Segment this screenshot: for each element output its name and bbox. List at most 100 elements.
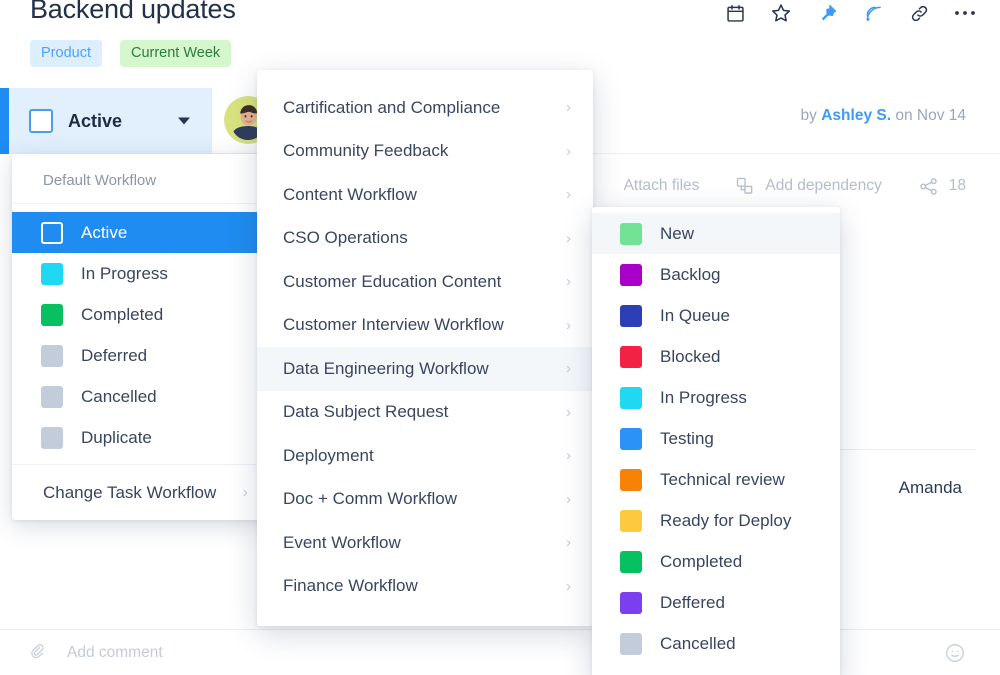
status-option-label: Cancelled	[81, 386, 157, 406]
state-swatch-icon	[620, 263, 642, 286]
workflow-item-community-feedback[interactable]: Community Feedback ›	[257, 130, 593, 174]
state-swatch-icon	[620, 509, 642, 532]
workflow-item-label: Event Workflow	[283, 532, 401, 552]
byline-author[interactable]: Ashley S.	[821, 107, 891, 124]
state-option-label: Completed	[660, 551, 743, 571]
chevron-right-icon: ›	[566, 534, 571, 552]
change-task-workflow-item[interactable]: Change Task Workflow ›	[12, 464, 270, 520]
add-dependency-button[interactable]: Add dependency	[735, 176, 882, 196]
chevron-right-icon: ›	[566, 99, 571, 117]
workflow-item-label: Customer Interview Workflow	[283, 315, 504, 335]
state-option-label: Deffered	[660, 592, 725, 612]
workflow-item-deployment[interactable]: Deployment ›	[257, 434, 593, 478]
status-option-label: Active	[81, 222, 128, 242]
status-option-label: Deferred	[81, 345, 148, 365]
attach-files-button[interactable]: Attach files	[624, 177, 700, 195]
status-option-in-progress[interactable]: In Progress	[12, 253, 270, 294]
status-option-deferred[interactable]: Deferred	[12, 335, 270, 376]
state-option-label: Backlog	[660, 264, 721, 284]
workflow-item-cartification-and-compliance[interactable]: Cartification and Compliance ›	[257, 86, 593, 130]
chevron-right-icon: ›	[566, 273, 571, 291]
chevron-right-icon: ›	[566, 447, 571, 465]
state-option-cancelled[interactable]: Cancelled	[592, 623, 840, 664]
state-option-new[interactable]: New	[592, 213, 840, 254]
status-swatch-icon	[41, 221, 63, 244]
emoji-button[interactable]	[944, 642, 966, 664]
state-option-deffered[interactable]: Deffered	[592, 582, 840, 623]
add-comment-placeholder[interactable]: Add comment	[67, 644, 163, 662]
tag-current-week[interactable]: Current Week	[119, 40, 232, 68]
share-button[interactable]: 18	[918, 176, 966, 197]
chevron-down-icon[interactable]	[178, 117, 190, 125]
workflow-item-content-workflow[interactable]: Content Workflow ›	[257, 173, 593, 217]
status-swatch-icon	[41, 262, 63, 285]
workflow-item-label: Data Subject Request	[283, 402, 449, 422]
add-dependency-label: Add dependency	[765, 177, 882, 194]
state-option-technical-review[interactable]: Technical review	[592, 459, 840, 500]
change-task-workflow-label: Change Task Workflow	[43, 482, 217, 502]
state-option-label: Blocked	[660, 346, 721, 366]
link-icon[interactable]	[906, 0, 932, 26]
byline: by Ashley S. on Nov 14	[801, 107, 966, 125]
status-option-completed[interactable]: Completed	[12, 294, 270, 335]
chevron-right-icon: ›	[566, 490, 571, 508]
workflow-state-submenu: New Backlog In Queue Blocked In Progress…	[592, 207, 840, 675]
status-option-active[interactable]: Active	[12, 212, 270, 253]
state-swatch-icon	[620, 632, 642, 655]
workflow-item-doc-comm-workflow[interactable]: Doc + Comm Workflow ›	[257, 478, 593, 522]
chevron-right-icon: ›	[566, 577, 571, 595]
state-swatch-icon	[620, 427, 642, 450]
chevron-right-icon: ›	[566, 403, 571, 421]
status-dropdown-trigger[interactable]: Active	[0, 88, 212, 154]
workflow-item-data-engineering-workflow[interactable]: Data Engineering Workflow ›	[257, 347, 593, 391]
workflow-item-event-workflow[interactable]: Event Workflow ›	[257, 521, 593, 565]
tag-list: Product Current Week	[30, 40, 232, 68]
state-option-backlog[interactable]: Backlog	[592, 254, 840, 295]
status-option-cancelled[interactable]: Cancelled	[12, 376, 270, 417]
state-option-completed[interactable]: Completed	[592, 541, 840, 582]
workflow-item-label: Doc + Comm Workflow	[283, 489, 457, 509]
calendar-icon[interactable]	[722, 0, 748, 26]
tag-product[interactable]: Product	[30, 40, 102, 68]
workflow-item-data-subject-request[interactable]: Data Subject Request ›	[257, 391, 593, 435]
share-icon	[918, 176, 939, 197]
state-option-label: In Queue	[660, 305, 730, 325]
status-option-duplicate[interactable]: Duplicate	[12, 417, 270, 458]
comment-input-group[interactable]: Add comment	[28, 642, 163, 664]
status-dropdown-menu: Default Workflow Active In Progress Comp…	[12, 154, 270, 520]
state-swatch-icon	[620, 345, 642, 368]
state-option-label: Cancelled	[660, 633, 736, 653]
share-count: 18	[948, 177, 966, 194]
workflow-item-finance-workflow[interactable]: Finance Workflow ›	[257, 565, 593, 609]
workflow-item-label: Deployment	[283, 445, 374, 465]
state-option-ready-for-deploy[interactable]: Ready for Deploy	[592, 500, 840, 541]
chevron-right-icon: ›	[566, 316, 571, 334]
broadcast-icon[interactable]	[860, 0, 886, 26]
status-option-label: Completed	[81, 304, 164, 324]
status-current-label: Active	[68, 110, 123, 131]
chevron-right-icon: ›	[242, 483, 248, 501]
workflow-item-customer-interview-workflow[interactable]: Customer Interview Workflow ›	[257, 304, 593, 348]
byline-prefix: by	[800, 107, 817, 124]
state-option-label: Technical review	[660, 469, 785, 489]
assignee-name: Amanda	[898, 478, 962, 497]
state-option-in-queue[interactable]: In Queue	[592, 295, 840, 336]
workflow-item-label: Cartification and Compliance	[283, 97, 501, 117]
chevron-right-icon: ›	[566, 186, 571, 204]
workflow-item-customer-education-content[interactable]: Customer Education Content ›	[257, 260, 593, 304]
workflow-item-cso-operations[interactable]: CSO Operations ›	[257, 217, 593, 261]
state-option-blocked[interactable]: Blocked	[592, 336, 840, 377]
status-menu-list: Active In Progress Completed Deferred Ca…	[12, 204, 270, 464]
state-swatch-icon	[620, 304, 642, 327]
state-option-in-progress[interactable]: In Progress	[592, 377, 840, 418]
attachment-icon[interactable]	[28, 642, 45, 664]
status-checkbox-icon[interactable]	[29, 109, 53, 133]
status-swatch-icon	[41, 303, 63, 326]
attach-files-label: Attach files	[623, 177, 700, 194]
star-icon[interactable]	[768, 0, 794, 26]
more-icon[interactable]	[952, 0, 978, 26]
comment-bar: Add comment	[0, 629, 1000, 675]
state-option-label: Testing	[660, 428, 714, 448]
pin-icon[interactable]	[814, 0, 840, 26]
state-option-testing[interactable]: Testing	[592, 418, 840, 459]
